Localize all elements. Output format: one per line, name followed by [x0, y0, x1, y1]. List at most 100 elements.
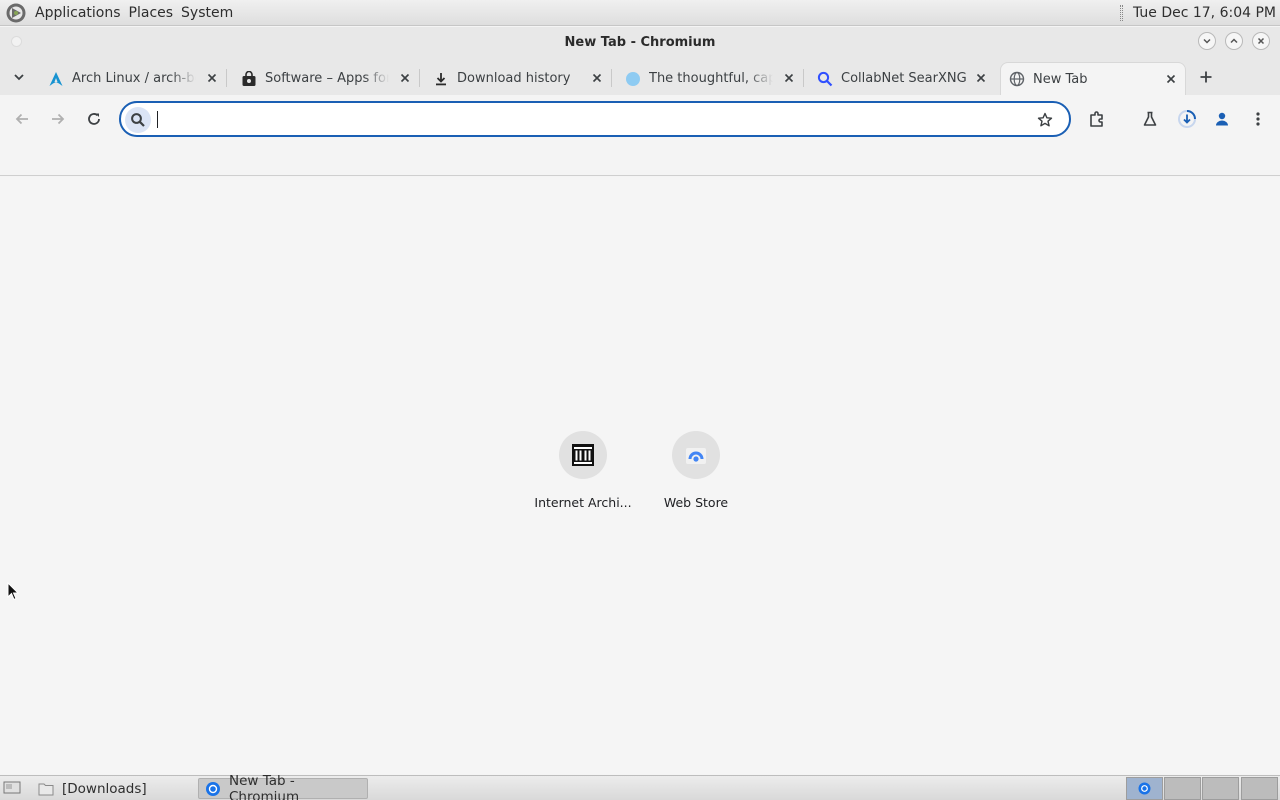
minimize-button[interactable]	[1198, 32, 1216, 50]
tab-software-apps[interactable]: Software – Apps for GNOME	[233, 62, 419, 95]
more-vertical-icon	[1256, 112, 1260, 126]
globe-blue-icon	[625, 71, 641, 87]
workspace-1[interactable]	[1126, 777, 1163, 800]
arrow-left-icon	[15, 113, 28, 125]
text-caret	[157, 111, 158, 128]
web-store-icon	[672, 431, 720, 479]
search-icon	[817, 71, 833, 87]
menu-button[interactable]	[1246, 107, 1270, 131]
chromium-icon	[1138, 782, 1151, 795]
chevron-down-icon	[14, 74, 24, 81]
tab-label: Arch Linux / arch-boxes	[72, 71, 196, 86]
close-icon	[976, 73, 986, 83]
taskbar-item-label: [Downloads]	[62, 780, 147, 797]
tab-new-tab[interactable]: New Tab	[1000, 62, 1186, 95]
globe-icon	[1009, 71, 1025, 87]
chromium-icon	[205, 781, 221, 797]
tab-label: New Tab	[1033, 71, 1088, 87]
shortcut-web-store[interactable]: Web Store	[640, 431, 752, 521]
toolbar	[0, 95, 1280, 143]
tab-close-button[interactable]	[204, 70, 220, 86]
close-icon	[207, 73, 217, 83]
chevron-down-icon	[1203, 38, 1211, 44]
workspace-3[interactable]	[1202, 777, 1239, 800]
new-tab-page: Internet Archi... Web Store	[0, 177, 1280, 774]
tab-separator	[226, 69, 227, 87]
shopping-bag-icon	[241, 70, 257, 87]
tab-download-history[interactable]: Download history	[425, 62, 611, 95]
tab-separator	[803, 69, 804, 87]
tab-close-button[interactable]	[589, 70, 605, 86]
reload-icon	[88, 113, 100, 125]
reload-button[interactable]	[82, 107, 106, 131]
places-menu[interactable]: Places	[125, 5, 178, 21]
downloads-button[interactable]	[1175, 107, 1199, 131]
tab-arch-linux[interactable]: Arch Linux / arch-boxes	[40, 62, 226, 95]
tab-strip: Arch Linux / arch-boxes Software – Apps …	[0, 57, 1280, 95]
flask-icon	[1143, 111, 1157, 126]
close-icon	[1166, 74, 1176, 84]
panel-drag-handle[interactable]	[1119, 5, 1123, 21]
search-icon	[125, 107, 151, 133]
arrow-right-icon	[52, 113, 65, 125]
close-window-button[interactable]	[1252, 32, 1270, 50]
desktop-icon	[3, 781, 21, 794]
bookmark-star-button[interactable]	[1035, 110, 1055, 130]
star-icon	[1037, 112, 1053, 127]
shortcut-internet-archive[interactable]: Internet Archi...	[527, 431, 639, 521]
tab-close-button[interactable]	[397, 70, 413, 86]
window-menu-button[interactable]	[11, 36, 22, 47]
back-button[interactable]	[10, 107, 34, 131]
close-icon	[1257, 37, 1265, 45]
tab-close-button[interactable]	[973, 70, 989, 86]
internet-archive-icon	[559, 431, 607, 479]
download-icon	[433, 71, 449, 87]
clock[interactable]: Tue Dec 17, 6:04 PM	[1133, 5, 1276, 21]
tab-close-button[interactable]	[781, 70, 797, 86]
profile-button[interactable]	[1210, 107, 1234, 131]
omnibox[interactable]	[119, 101, 1071, 137]
tab-collabnet-searxng[interactable]: CollabNet SearXNG	[809, 62, 995, 95]
window-title: New Tab - Chromium	[564, 34, 716, 50]
close-icon	[592, 73, 602, 83]
mouse-pointer-icon	[7, 582, 19, 601]
new-tab-button[interactable]	[1196, 67, 1216, 87]
applications-menu[interactable]: Applications	[31, 5, 125, 21]
shortcut-label: Internet Archi...	[534, 495, 632, 510]
maximize-button[interactable]	[1225, 32, 1243, 50]
bottom-taskbar: [Downloads] New Tab - Chromium	[0, 773, 1280, 800]
chevron-up-icon	[1230, 38, 1238, 44]
address-input[interactable]	[157, 107, 1017, 131]
mate-logo-icon[interactable]	[5, 2, 27, 24]
bookmarks-bar	[0, 143, 1280, 176]
system-menu[interactable]: System	[177, 5, 237, 21]
tab-label: Download history	[457, 71, 571, 86]
folder-icon	[38, 781, 54, 797]
extensions-button[interactable]	[1085, 107, 1109, 131]
forward-button[interactable]	[46, 107, 70, 131]
tab-label: CollabNet SearXNG	[841, 71, 967, 86]
tab-separator	[419, 69, 420, 87]
show-desktop-button[interactable]	[2, 779, 22, 797]
arch-logo-icon	[48, 71, 64, 87]
window-titlebar[interactable]: New Tab - Chromium	[0, 27, 1280, 57]
taskbar-item-label: New Tab - Chromium	[229, 772, 300, 800]
top-panel: Applications Places System Tue Dec 17, 6…	[0, 0, 1280, 26]
tab-label: The thoughtful, capable AI	[649, 71, 773, 86]
workspace-2[interactable]	[1164, 777, 1201, 800]
tab-separator	[611, 69, 612, 87]
tab-search-button[interactable]	[8, 66, 30, 88]
plus-icon	[1200, 71, 1212, 83]
shortcut-label: Web Store	[663, 495, 729, 510]
person-icon	[1216, 112, 1228, 126]
close-icon	[784, 73, 794, 83]
tab-thoughtful-ai[interactable]: The thoughtful, capable AI	[617, 62, 803, 95]
download-progress-icon	[1178, 110, 1196, 128]
close-icon	[400, 73, 410, 83]
taskbar-item-chromium[interactable]: New Tab - Chromium	[198, 773, 368, 800]
tab-close-button[interactable]	[1163, 71, 1179, 87]
workspace-4[interactable]	[1241, 777, 1278, 800]
taskbar-item-downloads[interactable]: [Downloads]	[32, 778, 194, 799]
tab-label: Software – Apps for GNOME	[265, 71, 389, 86]
labs-button[interactable]	[1138, 107, 1162, 131]
